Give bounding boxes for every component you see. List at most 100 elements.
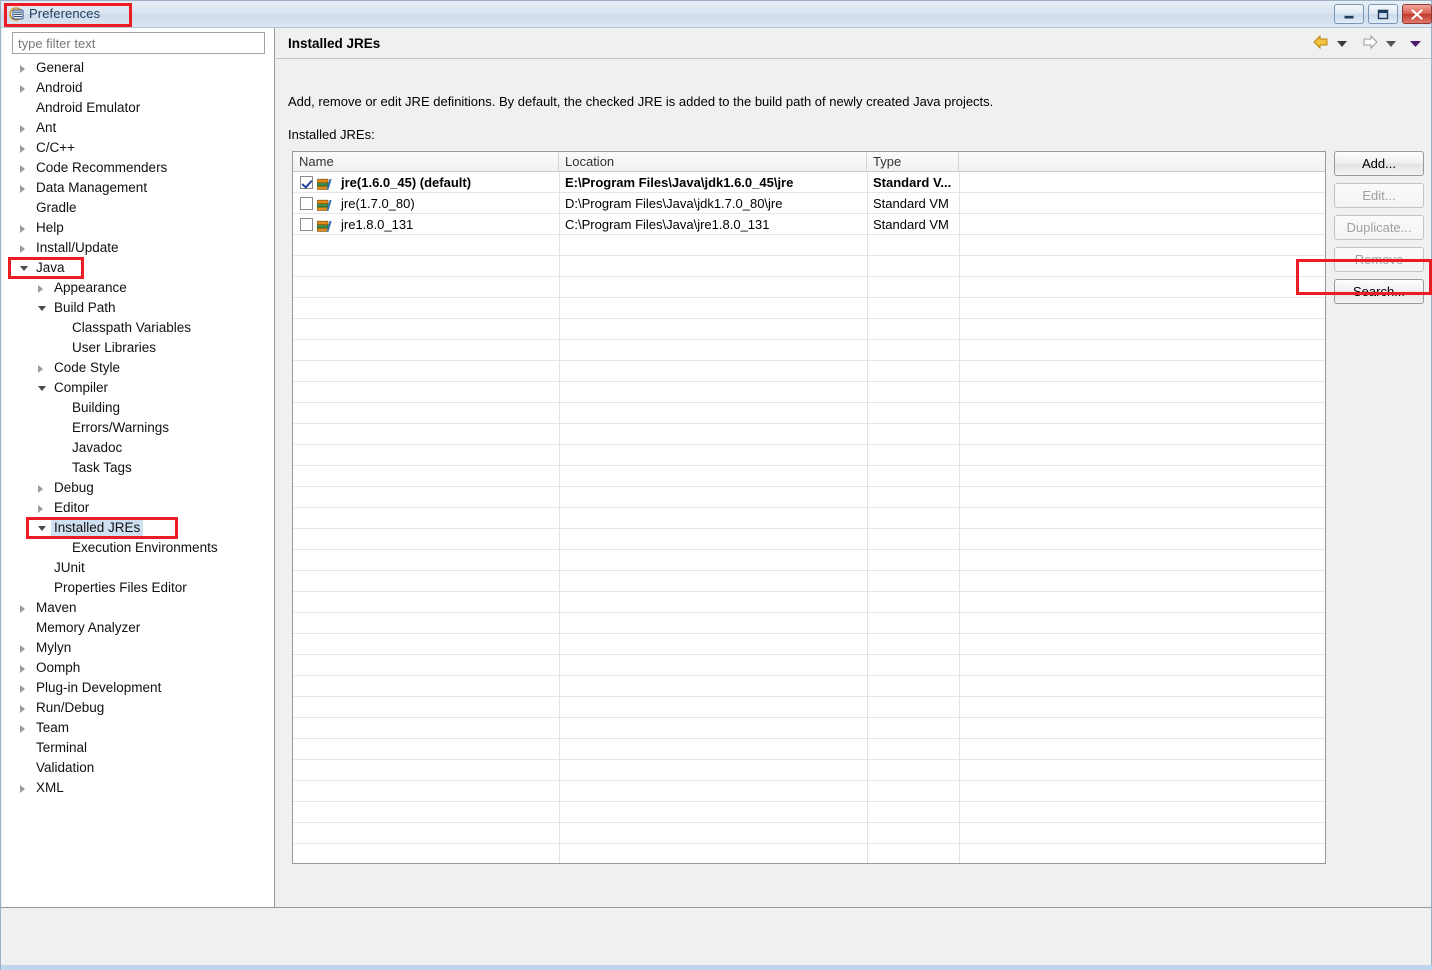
sidebar-item-oomph[interactable]: Oomph	[2, 658, 274, 678]
table-header-location[interactable]: Location	[559, 152, 867, 172]
table-row[interactable]	[293, 340, 1325, 361]
add-button[interactable]: Add...	[1334, 151, 1424, 176]
chevron-right-icon[interactable]	[20, 65, 25, 73]
forward-dropdown-icon[interactable]	[1386, 36, 1397, 51]
table-row[interactable]	[293, 634, 1325, 655]
jre-checkbox[interactable]	[300, 218, 313, 231]
table-row[interactable]	[293, 613, 1325, 634]
chevron-right-icon[interactable]	[38, 365, 43, 373]
minimize-button[interactable]	[1334, 4, 1364, 24]
table-row[interactable]	[293, 277, 1325, 298]
sidebar-item-build-path[interactable]: Build Path	[2, 298, 274, 318]
table-header-type[interactable]: Type	[867, 152, 959, 172]
chevron-right-icon[interactable]	[20, 605, 25, 613]
table-row[interactable]	[293, 781, 1325, 802]
table-row[interactable]	[293, 550, 1325, 571]
sidebar-item-junit[interactable]: JUnit	[2, 558, 274, 578]
chevron-right-icon[interactable]	[20, 225, 25, 233]
sidebar-item-classpath-variables[interactable]: Classpath Variables	[2, 318, 274, 338]
sidebar-item-code-style[interactable]: Code Style	[2, 358, 274, 378]
table-body[interactable]: jre(1.6.0_45) (default) E:\Program Files\…	[293, 172, 1325, 863]
chevron-right-icon[interactable]	[20, 725, 25, 733]
sidebar-item-install-update[interactable]: Install/Update	[2, 238, 274, 258]
sidebar-item-task-tags[interactable]: Task Tags	[2, 458, 274, 478]
chevron-right-icon[interactable]	[20, 145, 25, 153]
chevron-down-icon[interactable]	[20, 266, 28, 271]
chevron-right-icon[interactable]	[38, 485, 43, 493]
jre-checkbox[interactable]	[300, 176, 313, 189]
table-row[interactable]	[293, 487, 1325, 508]
table-row[interactable]: jre(1.7.0_80) D:\Program Files\Java\jdk1.…	[293, 193, 1325, 214]
table-row[interactable]	[293, 256, 1325, 277]
chevron-right-icon[interactable]	[20, 785, 25, 793]
sidebar-item-errors-warnings[interactable]: Errors/Warnings	[2, 418, 274, 438]
table-row[interactable]	[293, 676, 1325, 697]
sidebar-item-team[interactable]: Team	[2, 718, 274, 738]
table-row[interactable]	[293, 718, 1325, 739]
close-button[interactable]	[1402, 4, 1432, 24]
chevron-right-icon[interactable]	[20, 245, 25, 253]
sidebar-item-help[interactable]: Help	[2, 218, 274, 238]
table-row[interactable]	[293, 424, 1325, 445]
sidebar-item-user-libraries[interactable]: User Libraries	[2, 338, 274, 358]
chevron-right-icon[interactable]	[20, 185, 25, 193]
table-row[interactable]	[293, 403, 1325, 424]
sidebar-item-compiler[interactable]: Compiler	[2, 378, 274, 398]
back-arrow-icon[interactable]	[1312, 34, 1330, 53]
chevron-right-icon[interactable]	[20, 685, 25, 693]
sidebar-item-android-emulator[interactable]: Android Emulator	[2, 98, 274, 118]
table-row[interactable]	[293, 445, 1325, 466]
sidebar-item-maven[interactable]: Maven	[2, 598, 274, 618]
sidebar-item-run-debug[interactable]: Run/Debug	[2, 698, 274, 718]
sidebar-item-general[interactable]: General	[2, 58, 274, 78]
table-row[interactable]: jre1.8.0_131 C:\Program Files\Java\jre1.8…	[293, 214, 1325, 235]
sidebar-item-plug-in-development[interactable]: Plug-in Development	[2, 678, 274, 698]
chevron-down-icon[interactable]	[38, 386, 46, 391]
forward-arrow-icon[interactable]	[1361, 34, 1379, 53]
table-row[interactable]	[293, 382, 1325, 403]
sidebar-item-validation[interactable]: Validation	[2, 758, 274, 778]
sidebar-item-editor[interactable]: Editor	[2, 498, 274, 518]
table-header-blank[interactable]	[959, 152, 1325, 172]
table-row[interactable]	[293, 529, 1325, 550]
table-row[interactable]: jre(1.6.0_45) (default) E:\Program Files\…	[293, 172, 1325, 193]
chevron-down-icon[interactable]	[38, 526, 46, 531]
chevron-right-icon[interactable]	[20, 125, 25, 133]
sidebar-item-debug[interactable]: Debug	[2, 478, 274, 498]
table-row[interactable]	[293, 235, 1325, 256]
table-row[interactable]	[293, 802, 1325, 823]
chevron-down-icon[interactable]	[38, 306, 46, 311]
preferences-tree[interactable]: General Android Android Emulator Ant C/C++ Co…	[2, 58, 274, 903]
sidebar-item-data-management[interactable]: Data Management	[2, 178, 274, 198]
chevron-right-icon[interactable]	[20, 665, 25, 673]
sidebar-item-code-recommenders[interactable]: Code Recommenders	[2, 158, 274, 178]
table-row[interactable]	[293, 844, 1325, 863]
sidebar-item-terminal[interactable]: Terminal	[2, 738, 274, 758]
sidebar-item-java[interactable]: Java	[2, 257, 274, 279]
sidebar-item-memory-analyzer[interactable]: Memory Analyzer	[2, 618, 274, 638]
chevron-right-icon[interactable]	[20, 85, 25, 93]
search-button[interactable]: Search...	[1334, 279, 1424, 304]
sidebar-item-execution-environments[interactable]: Execution Environments	[2, 538, 274, 558]
table-row[interactable]	[293, 823, 1325, 844]
filter-input[interactable]	[12, 32, 265, 54]
table-row[interactable]	[293, 697, 1325, 718]
table-row[interactable]	[293, 508, 1325, 529]
table-row[interactable]	[293, 739, 1325, 760]
table-row[interactable]	[293, 466, 1325, 487]
jre-checkbox[interactable]	[300, 197, 313, 210]
chevron-right-icon[interactable]	[38, 285, 43, 293]
back-dropdown-icon[interactable]	[1337, 36, 1348, 51]
table-row[interactable]	[293, 319, 1325, 340]
sidebar-item-appearance[interactable]: Appearance	[2, 278, 274, 298]
sidebar-item-ant[interactable]: Ant	[2, 118, 274, 138]
sidebar-item-android[interactable]: Android	[2, 78, 274, 98]
sidebar-item-building[interactable]: Building	[2, 398, 274, 418]
chevron-right-icon[interactable]	[20, 645, 25, 653]
chevron-right-icon[interactable]	[20, 165, 25, 173]
sidebar-item-xml[interactable]: XML	[2, 778, 274, 798]
chevron-right-icon[interactable]	[38, 505, 43, 513]
sidebar-item-c-c[interactable]: C/C++	[2, 138, 274, 158]
page-menu-icon[interactable]	[1410, 36, 1421, 51]
sidebar-item-installed-jres[interactable]: Installed JREs	[2, 517, 274, 539]
